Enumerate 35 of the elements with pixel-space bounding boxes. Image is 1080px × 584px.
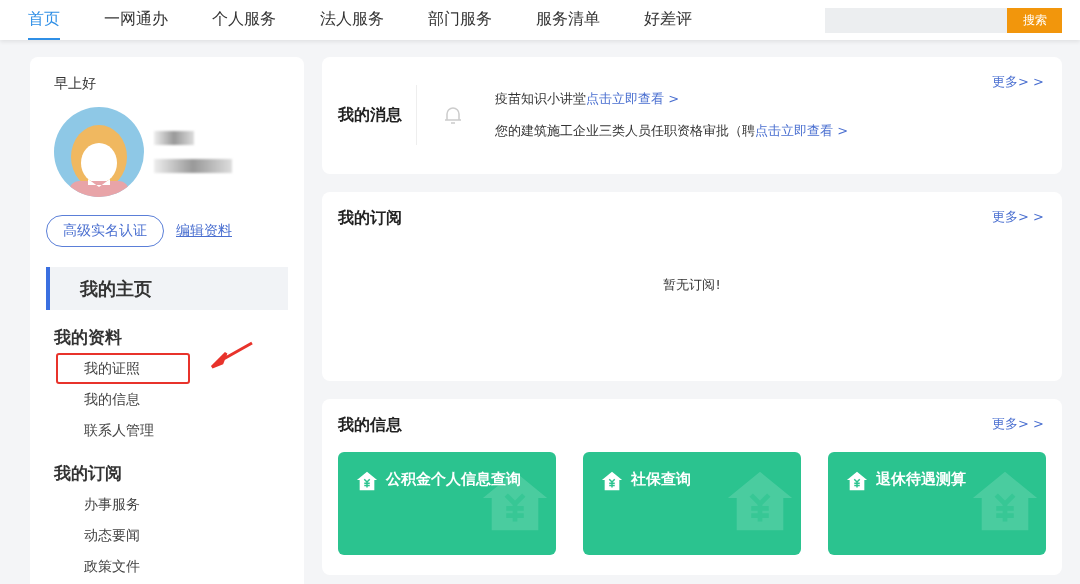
card-title: 我的信息 [338, 415, 402, 436]
greeting-text: 早上好 [54, 75, 97, 93]
house-icon [846, 470, 868, 492]
nav-tab[interactable]: 个人服务 [212, 0, 276, 40]
nav-tab[interactable]: 好差评 [644, 0, 692, 40]
nav-tab[interactable]: 首页 [28, 0, 60, 40]
more-link[interactable]: 更多> > [992, 415, 1044, 433]
home-menu-item[interactable]: 我的主页 [46, 267, 288, 310]
nav-tab[interactable]: 法人服务 [320, 0, 384, 40]
nav-tab[interactable]: 部门服务 [428, 0, 492, 40]
sidebar-item[interactable]: 我的证照 [56, 353, 190, 384]
more-link[interactable]: 更多> > [992, 208, 1044, 226]
nav-tab[interactable]: 一网通办 [104, 0, 168, 40]
sidebar-item[interactable]: 我的信息 [56, 384, 190, 415]
more-link[interactable]: 更多> > [992, 73, 1044, 91]
message-text: 您的建筑施工企业三类人员任职资格审批（聘点击立即查看 > [495, 122, 849, 140]
pointer-arrow [208, 341, 254, 371]
card-title: 我的订阅 [338, 208, 402, 229]
sidebar-item[interactable]: 动态要闻 [56, 520, 190, 551]
nav-tab[interactable]: 服务清单 [536, 0, 600, 40]
section-heading: 我的订阅 [54, 462, 123, 485]
view-link[interactable]: 点击立即查看 > [586, 91, 680, 106]
house-icon [356, 470, 378, 492]
message-text: 疫苗知识小讲堂点击立即查看 > [495, 90, 681, 108]
view-link[interactable]: 点击立即查看 > [755, 123, 849, 138]
empty-message: 暂无订阅! [662, 276, 722, 294]
house-icon [601, 470, 623, 492]
sidebar-item[interactable]: 联系人管理 [56, 415, 190, 446]
edit-profile-link[interactable]: 编辑资料 [176, 222, 232, 240]
sidebar-item[interactable]: 政策文件 [56, 551, 190, 582]
sidebar-item[interactable]: 办事服务 [56, 489, 190, 520]
verify-button[interactable]: 高级实名认证 [46, 215, 164, 247]
section-heading: 我的资料 [54, 326, 123, 349]
search-field[interactable] [825, 7, 1007, 33]
card-title: 我的消息 [338, 85, 417, 145]
